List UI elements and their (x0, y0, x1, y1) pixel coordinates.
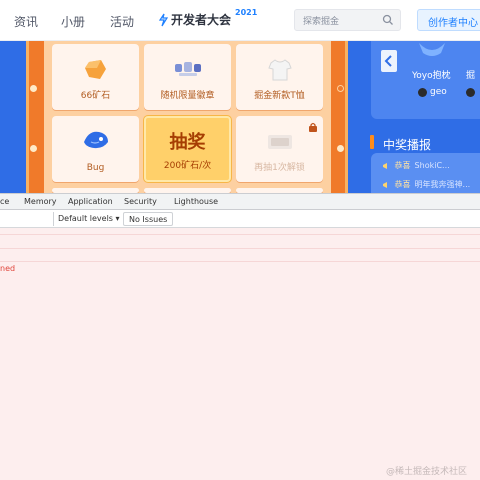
locked-prize-icon (236, 130, 323, 152)
prize-label: Bug (86, 163, 105, 173)
top-navigation: 资讯 小册 活动 开发者大会 2021 探索掘金 创作者中心 (0, 0, 480, 41)
winner-username: geo (430, 87, 447, 97)
tab-application[interactable]: Application (68, 197, 113, 206)
watermark: @稀土掘金技术社区 (386, 467, 468, 477)
board-light (337, 145, 344, 152)
draw-title: 抽奖 (169, 132, 206, 153)
winner-prefix: 恭喜 (394, 161, 411, 170)
pillow-icon (419, 43, 445, 56)
tab-lighthouse[interactable]: Lighthouse (174, 197, 218, 206)
section-marker (370, 135, 374, 149)
search-box[interactable]: 探索掘金 (294, 9, 401, 31)
conference-logo-year: 2021 (235, 8, 258, 17)
ore-icon (52, 58, 139, 82)
prize-label: 66矿石 (80, 91, 111, 101)
console-divider (0, 234, 480, 235)
screenshot-root: 资讯 小册 活动 开发者大会 2021 探索掘金 创作者中心 66矿石 随机限量… (0, 0, 480, 480)
tab-memory[interactable]: Memory (24, 197, 57, 206)
console-divider (0, 248, 480, 249)
console-toolbar: Default levels ▾ No Issues (0, 210, 480, 228)
prize-label: 掘金新款T恤 (254, 91, 305, 101)
megaphone-icon (383, 162, 387, 169)
winners-title: 中奖播报 (383, 138, 432, 152)
winner-row: 恭喜 ShokiC... (382, 160, 450, 171)
console-output: ned (0, 228, 480, 480)
conference-logo-text: 开发者大会 (171, 13, 232, 27)
carousel-prev-button[interactable] (381, 50, 397, 72)
chevron-left-icon (384, 55, 392, 67)
carousel-item-name: Yoyo抱枕 (412, 71, 451, 81)
prize-badges: 随机限量徽章 (144, 44, 231, 110)
tab-performance[interactable]: ce (0, 197, 9, 206)
winner-row: 恭喜 明年我奔强神... (382, 179, 470, 190)
conference-logo[interactable]: 开发者大会 2021 (158, 8, 258, 28)
conference-logo-icon (158, 13, 169, 26)
draw-cost: 200矿石/次 (163, 161, 212, 171)
winner-text: ShokiC... (414, 161, 450, 170)
prize-label: 再抽1次解锁 (254, 163, 305, 173)
issues-button[interactable]: No Issues (123, 212, 174, 226)
tab-security[interactable]: Security (124, 197, 157, 206)
bug-icon (52, 128, 139, 152)
creator-center-button[interactable]: 创作者中心 (417, 9, 480, 31)
log-levels-dropdown[interactable]: Default levels ▾ (53, 212, 124, 226)
badge-set-icon (144, 58, 231, 80)
board-light (30, 145, 37, 152)
prize-label: 随机限量徽章 (160, 91, 215, 101)
search-input[interactable]: 探索掘金 (303, 14, 339, 27)
prize-ore: 66矿石 (52, 44, 139, 110)
nav-link-events[interactable]: 活动 (110, 13, 134, 30)
console-error-text: ned (0, 264, 16, 273)
winner-text: 明年我奔强神... (414, 180, 471, 189)
search-icon[interactable] (382, 14, 394, 26)
prize-locked: 再抽1次解锁 (236, 116, 323, 182)
console-divider (0, 261, 480, 262)
megaphone-icon (383, 181, 387, 188)
nav-link-booklets[interactable]: 小册 (61, 13, 85, 30)
winner-prefix: 恭喜 (394, 180, 411, 189)
avatar (466, 88, 475, 97)
draw-button[interactable]: 抽奖 200矿石/次 (144, 116, 231, 182)
avatar (418, 88, 427, 97)
prize-bug: Bug (52, 116, 139, 182)
devtools-tabbar: ce Memory Application Security Lighthous… (0, 193, 480, 210)
tshirt-icon (236, 58, 323, 82)
nav-link-news[interactable]: 资讯 (14, 13, 38, 30)
board-light (337, 85, 344, 92)
carousel-item-name: 掘 (466, 71, 476, 81)
prize-tshirt: 掘金新款T恤 (236, 44, 323, 110)
board-light (30, 85, 37, 92)
